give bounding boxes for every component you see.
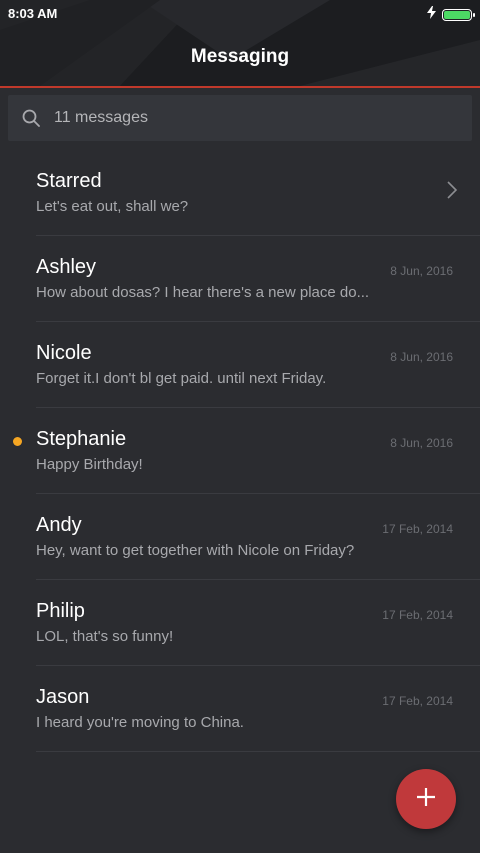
starred-item[interactable]: Starred Let's eat out, shall we?	[0, 150, 480, 236]
message-preview: Forget it.I don't bl get paid. until nex…	[36, 370, 327, 387]
status-bar: 8:03 AM	[0, 0, 480, 28]
conversation-item[interactable]: Ashley How about dosas? I hear there's a …	[0, 236, 480, 322]
contact-name: Philip	[36, 600, 85, 622]
message-date: 17 Feb, 2014	[382, 694, 453, 708]
conversation-item[interactable]: Philip LOL, that's so funny! 17 Feb, 2014	[0, 580, 480, 666]
page-title: Messaging	[190, 46, 290, 67]
message-date: 17 Feb, 2014	[382, 522, 453, 536]
contact-name: Jason	[36, 686, 90, 708]
contact-name: Andy	[36, 514, 82, 536]
contact-name: Nicole	[36, 342, 92, 364]
battery-fill	[444, 11, 470, 19]
app-header: 8:03 AM Messaging	[0, 0, 480, 88]
conversation-item[interactable]: Andy Hey, want to get together with Nicol…	[0, 494, 480, 580]
message-date: 8 Jun, 2016	[390, 350, 453, 364]
lightning-icon	[427, 6, 436, 24]
starred-preview: Let's eat out, shall we?	[36, 198, 189, 215]
starred-title: Starred	[36, 170, 102, 192]
contact-name: Stephanie	[36, 428, 127, 450]
message-preview: Happy Birthday!	[36, 456, 143, 473]
message-preview: I heard you're moving to China.	[36, 714, 244, 731]
plus-icon	[416, 787, 436, 812]
status-time: 8:03 AM	[8, 6, 58, 21]
message-date: 8 Jun, 2016	[390, 436, 453, 450]
message-date: 8 Jun, 2016	[390, 264, 453, 278]
status-indicators	[427, 6, 475, 24]
search-icon[interactable]	[22, 109, 40, 127]
conversation-item[interactable]: Nicole Forget it.I don't bl get paid. unt…	[0, 322, 480, 408]
search-bar[interactable]: 11 messages	[8, 95, 472, 141]
message-preview: LOL, that's so funny!	[36, 628, 174, 645]
contact-name: Ashley	[36, 256, 97, 278]
conversation-list: Starred Let's eat out, shall we? Ashley H…	[0, 150, 480, 752]
message-preview: Hey, want to get together with Nicole on…	[36, 542, 355, 559]
chevron-right-icon	[446, 180, 458, 205]
message-preview: How about dosas? I hear there's a new pl…	[36, 284, 370, 301]
battery-icon	[442, 9, 475, 21]
new-message-button[interactable]	[396, 769, 456, 829]
unread-indicator	[13, 437, 22, 446]
message-date: 17 Feb, 2014	[382, 608, 453, 622]
divider	[36, 751, 480, 752]
conversation-item[interactable]: Jason I heard you're moving to China. 17 F…	[0, 666, 480, 752]
conversation-item[interactable]: Stephanie Happy Birthday! 8 Jun, 2016	[0, 408, 480, 494]
search-placeholder: 11 messages	[54, 109, 148, 126]
